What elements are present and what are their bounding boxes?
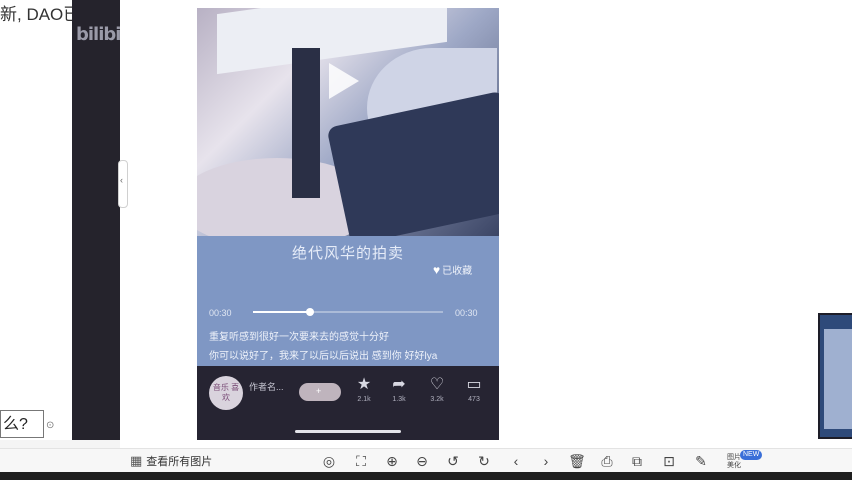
taskbar	[0, 472, 852, 480]
player-bottom-bar: 音乐 喜欢 作者名... + ★ 2.1k ➦ 1.3k ♡ 3.2k ▭ 473	[197, 366, 499, 440]
edit-icon[interactable]: ✎	[692, 453, 710, 469]
new-badge: NEW	[740, 450, 763, 460]
progress-knob[interactable]	[306, 308, 314, 316]
print-icon[interactable]: ⎙	[598, 453, 616, 469]
delete-icon[interactable]: 🗑	[568, 453, 586, 469]
action-count: 2.1k	[357, 396, 371, 403]
follow-label: +	[316, 386, 322, 396]
follow-button[interactable]: +	[299, 383, 341, 401]
heart-icon: ♥	[433, 263, 441, 277]
background-window	[0, 0, 73, 440]
like-icon: ♡	[429, 376, 445, 393]
like-button[interactable]: ♡ 3.2k	[420, 376, 454, 403]
crop-icon[interactable]: ⊡	[660, 453, 678, 469]
zoom-out-icon[interactable]: ⊖	[413, 453, 431, 469]
lyric-line: 重复听感到很好一次要来去的感觉十分好	[209, 332, 389, 343]
song-cover-photo	[197, 8, 499, 236]
song-title: 绝代风华的拍卖	[291, 245, 404, 262]
action-count: 473	[468, 396, 480, 403]
thumbnail-image	[824, 329, 852, 429]
view-all-images-button[interactable]: ▦ 查看所有图片	[130, 453, 212, 469]
star-button[interactable]: ★ 2.1k	[347, 376, 381, 403]
collapse-handle[interactable]: ‹	[118, 160, 128, 208]
progress-fill	[253, 311, 310, 313]
next-icon[interactable]: ›	[537, 453, 555, 469]
thumbnail-preview[interactable]	[818, 313, 852, 439]
lyric-line: 你可以说好了，我来了以后以后说出 感到你 好好lya	[209, 351, 438, 362]
share-button[interactable]: ➦ 1.3k	[382, 376, 416, 403]
rotate-right-icon[interactable]: ↻	[475, 453, 493, 469]
favorite-button[interactable]: ♥ 已收藏	[433, 262, 472, 277]
action-count: 3.2k	[430, 396, 444, 403]
previous-icon[interactable]: ‹	[507, 453, 525, 469]
zoom-in-icon[interactable]: ⊕	[383, 453, 401, 469]
action-count: 1.3k	[392, 396, 406, 403]
comment-icon: ▭	[466, 376, 482, 393]
rotate-left-icon[interactable]: ↺	[444, 453, 462, 469]
background-text-box: 么?	[0, 410, 44, 438]
view-all-label: 查看所有图片	[146, 456, 213, 468]
chevron-left-icon: ‹	[120, 175, 123, 185]
mouse-icon[interactable]: ◎	[320, 453, 338, 469]
avatar[interactable]: 音乐 喜欢	[209, 376, 243, 410]
dark-panel	[72, 0, 120, 440]
time-total: 00:30	[455, 308, 478, 318]
compare-icon[interactable]: ⧉	[628, 453, 646, 469]
progress-slider[interactable]	[253, 308, 443, 316]
play-icon[interactable]	[329, 63, 359, 99]
comment-button[interactable]: ▭ 473	[457, 376, 491, 403]
grid-icon: ▦	[130, 453, 143, 468]
share-icon: ➦	[392, 376, 406, 393]
time-current: 00:30	[209, 308, 232, 318]
home-indicator	[295, 430, 401, 433]
fit-screen-icon[interactable]: ⛶	[352, 453, 370, 469]
phone-screenshot: 绝代风华的拍卖 ♥ 已收藏 00:30 00:30 重复听感到很好一次要来去的感觉…	[197, 8, 499, 440]
favorite-label: 已收藏	[442, 266, 473, 277]
circle-icon: ⊙	[46, 420, 55, 431]
username[interactable]: 作者名...	[249, 380, 284, 393]
star-icon: ★	[356, 376, 372, 393]
